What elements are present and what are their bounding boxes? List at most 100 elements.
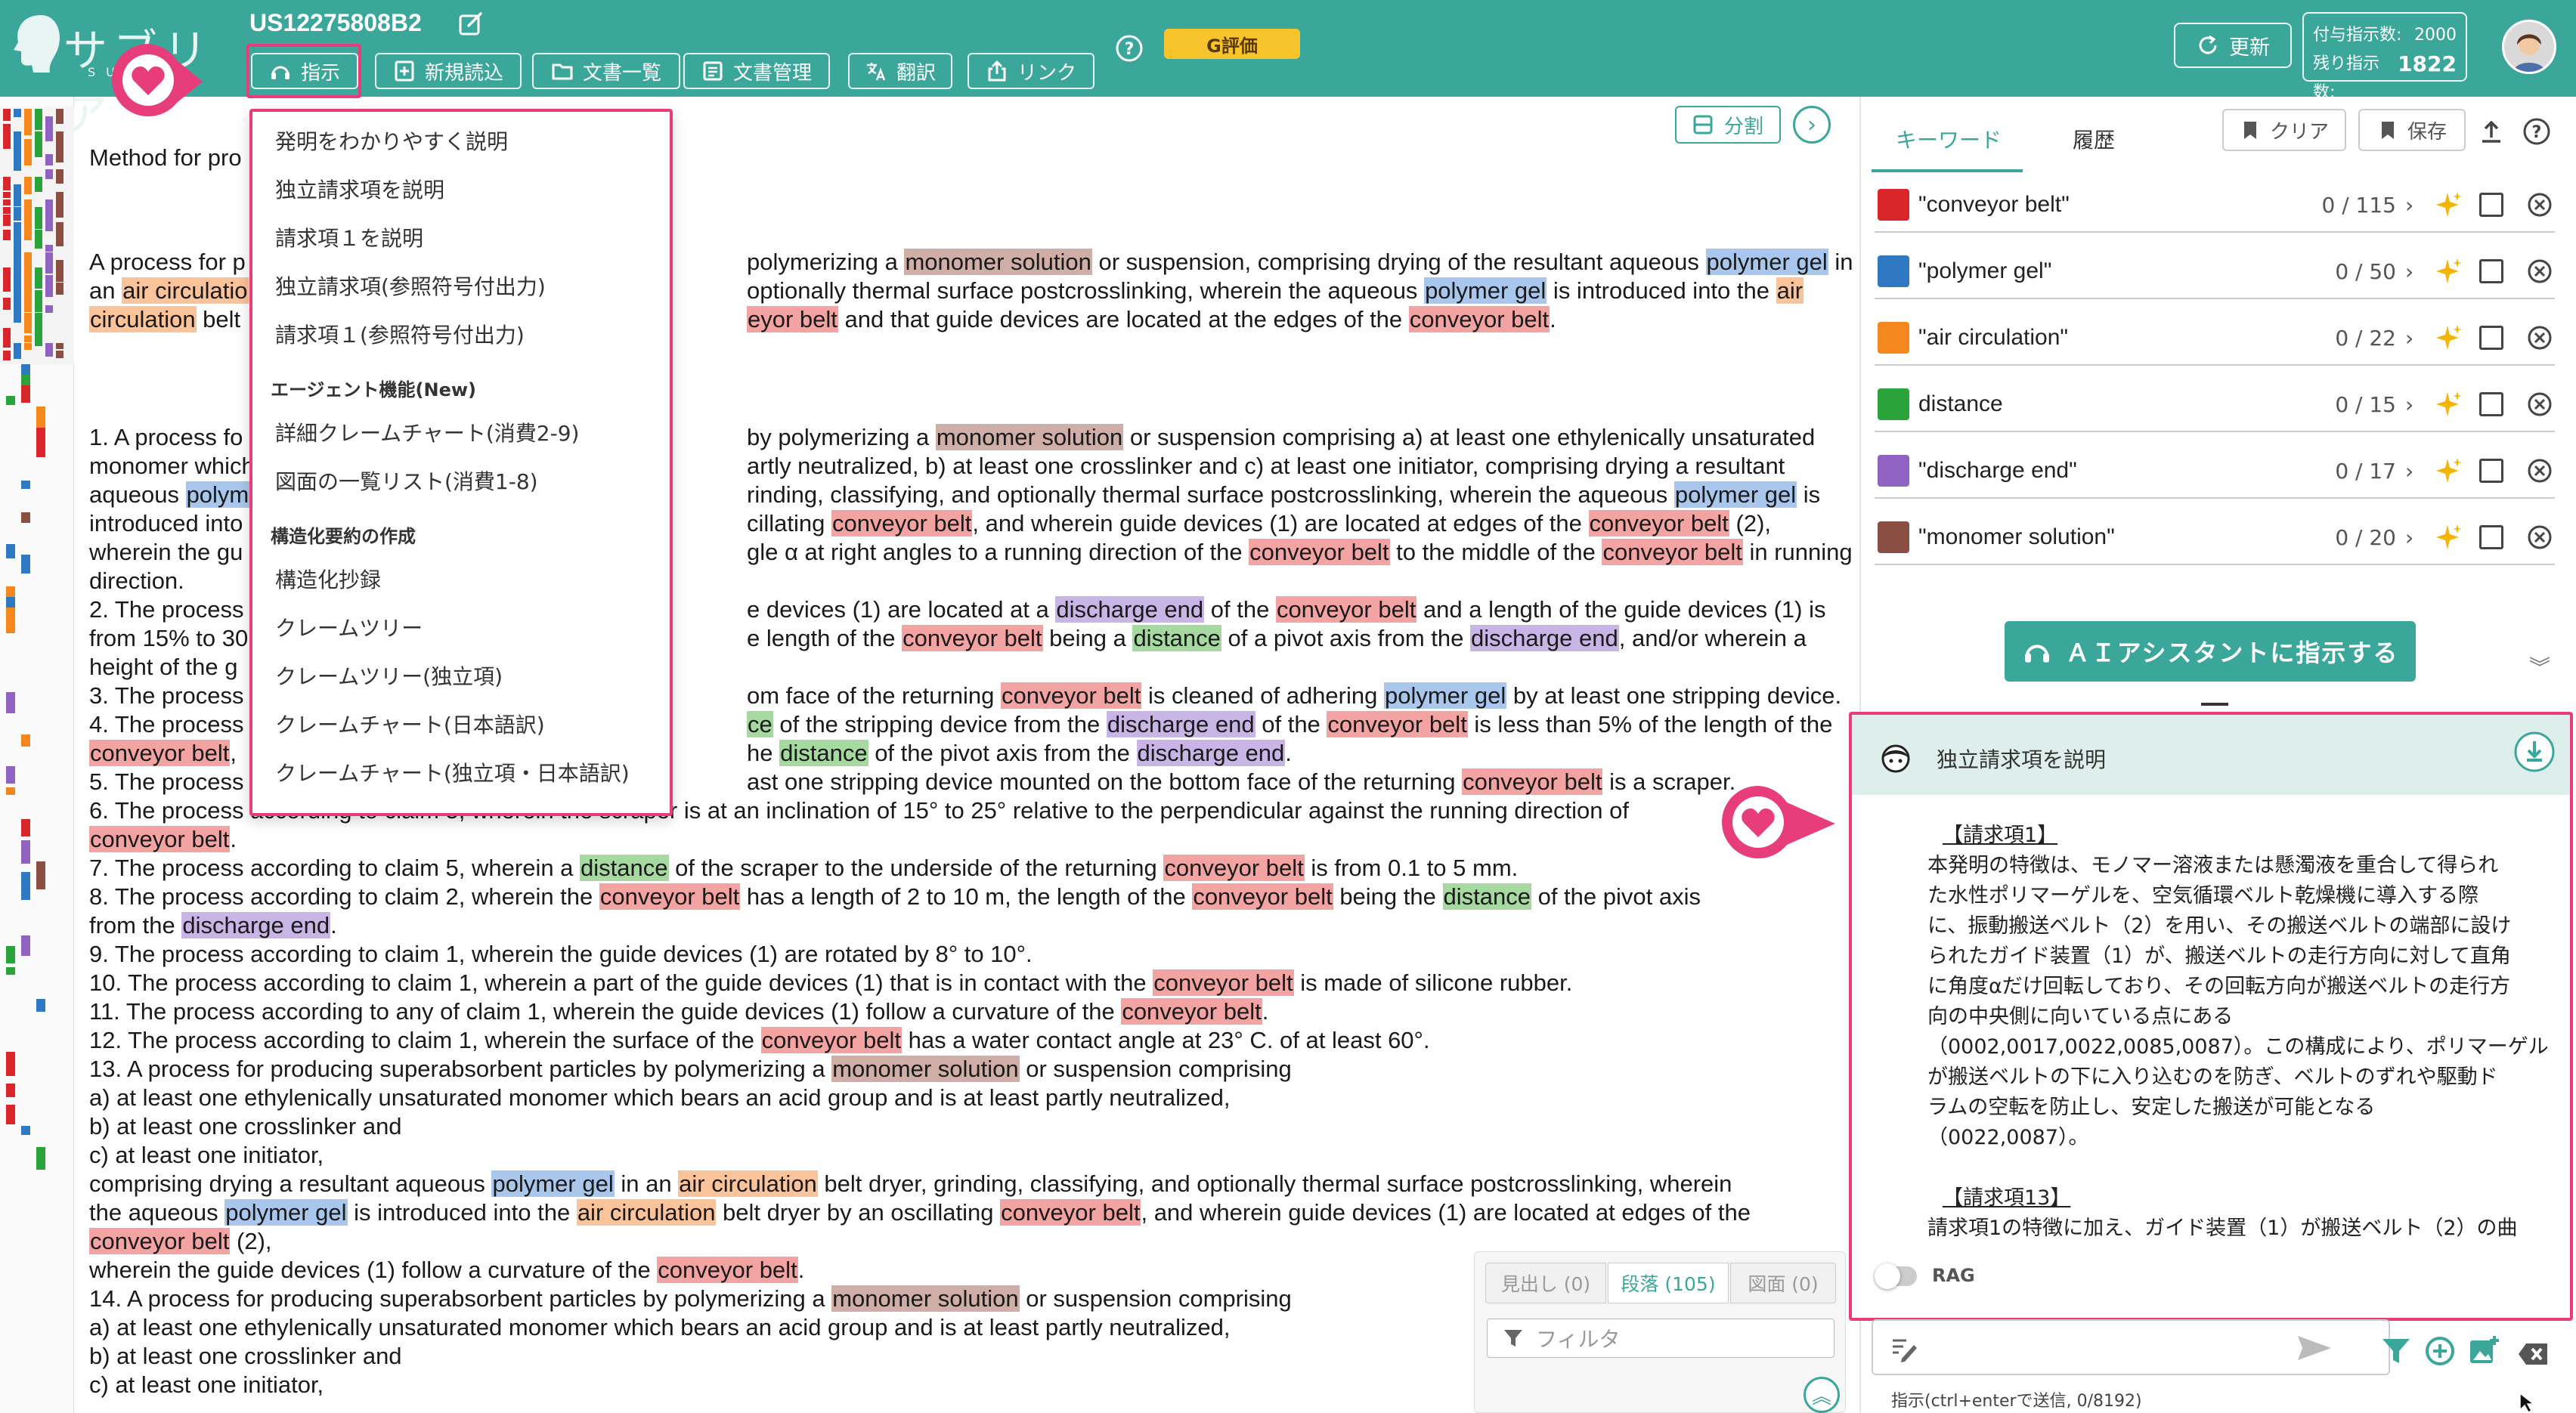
keyword-highlight: conveyor belt [1588,510,1729,536]
expand-chevron-icon[interactable]: ︾ [2529,651,2550,682]
remove-keyword-icon[interactable] [2526,258,2553,285]
ai-assistant-button[interactable]: ＡＩアシスタントに指示する [2005,621,2416,682]
chevron-right-icon[interactable]: › [2405,525,2413,550]
keyword-row[interactable]: "monomer solution" 0 / 20 › [1875,511,2555,565]
translate-button[interactable]: 翻訳 [848,53,952,89]
keyword-row[interactable]: distance 0 / 15 › [1875,378,2555,432]
download-icon[interactable] [2513,730,2556,774]
keyword-color-swatch[interactable] [1878,322,1909,354]
sparkle-icon[interactable] [2432,323,2463,353]
minimap-mark [6,544,15,558]
minimap-mark [24,154,32,165]
menu-item-explain-invention[interactable]: 発明をわかりやすく説明 [275,125,508,156]
menu-item-claim-1-ref[interactable]: 請求項１(参照符号付出力) [275,319,525,349]
minimap-mark [14,199,21,206]
save-button[interactable]: 保存 [2358,109,2466,151]
help-icon[interactable]: ? [1114,33,1144,63]
menu-item-claim-chart-independent-ja[interactable]: クレームチャート(独立項・日本語訳) [275,757,630,787]
remove-keyword-icon[interactable] [2526,391,2553,418]
menu-item-explain-independent-claims[interactable]: 独立請求項を説明 [275,174,444,204]
chat-input[interactable] [1872,1319,2390,1375]
keyword-color-swatch[interactable] [1878,455,1909,487]
remove-keyword-icon[interactable] [2526,457,2553,484]
chevron-right-icon[interactable]: › [2405,392,2413,417]
menu-item-structured-abstract[interactable]: 構造化抄録 [275,564,381,594]
keyword-checkbox[interactable] [2479,392,2503,416]
text-span: direction. [89,567,184,594]
panel-divider-handle[interactable] [2201,703,2228,706]
menu-item-claim-chart-ja[interactable]: クレームチャート(日本語訳) [275,709,545,739]
new-load-button[interactable]: 新規読込 [375,53,522,89]
filter-input[interactable]: フィルタ [1487,1319,1834,1358]
document-line: 8. The process according to claim 2, whe… [89,883,1701,911]
menu-item-explain-claim-1[interactable]: 請求項１を説明 [275,222,423,252]
keyword-row[interactable]: "conveyor belt" 0 / 115 › [1875,178,2555,233]
tab-headings[interactable]: 見出し (0) [1485,1263,1606,1303]
edit-icon[interactable] [458,11,484,36]
keyword-checkbox[interactable] [2479,459,2503,483]
document-list-button[interactable]: 文書一覧 [532,53,680,89]
minimap-mark [24,124,32,135]
sparkle-icon[interactable] [2432,522,2463,552]
help-icon[interactable]: ? [2522,116,2552,147]
remove-keyword-icon[interactable] [2526,524,2553,551]
text-span: or suspension comprising [1019,1056,1292,1082]
document-minimap[interactable] [0,97,74,1413]
keyword-checkbox[interactable] [2479,326,2503,350]
document-line: 10. The process according to claim 1, wh… [89,969,1572,997]
keyword-color-swatch[interactable] [1878,388,1909,420]
keyword-checkbox[interactable] [2479,259,2503,283]
filter-icon[interactable] [2379,1334,2413,1368]
document-manage-button[interactable]: 文書管理 [683,53,830,89]
chevron-right-icon[interactable]: › [1793,106,1831,144]
tab-figures[interactable]: 図面 (0) [1730,1263,1836,1303]
assistant-icon [2024,645,2049,663]
upload-icon[interactable] [2478,118,2505,145]
sparkle-icon[interactable] [2432,389,2463,419]
translate-button-label: 翻訳 [896,61,936,85]
add-circle-icon[interactable] [2423,1334,2457,1368]
tab-history[interactable]: 履歴 [2073,124,2115,154]
keyword-highlight: conveyor belt [1192,883,1333,910]
keyword-checkbox[interactable] [2479,525,2503,549]
sparkle-icon[interactable] [2432,190,2463,220]
minimap-mark [45,131,53,141]
rag-toggle[interactable] [1875,1263,1917,1289]
tab-keywords[interactable]: キーワード [1896,124,2002,154]
remove-keyword-icon[interactable] [2526,324,2553,351]
keyword-color-swatch[interactable] [1878,189,1909,221]
chevron-right-icon[interactable]: › [2405,259,2413,284]
chevron-collapse-icon[interactable]: ︽ [1804,1377,1840,1413]
keyword-color-swatch[interactable] [1878,521,1909,553]
add-image-icon[interactable] [2467,1334,2500,1368]
send-icon[interactable] [2296,1333,2333,1363]
keyword-highlight: conveyor belt [760,1027,902,1053]
keyword-color-swatch[interactable] [1878,255,1909,287]
keyword-checkbox[interactable] [2479,193,2503,217]
tab-paragraphs[interactable]: 段落 (105) [1608,1263,1729,1303]
user-avatar[interactable] [2502,20,2556,74]
menu-item-claim-tree-independent[interactable]: クレームツリー(独立項) [275,660,503,691]
keyword-count: 0 / 20 [2335,524,2396,550]
keyword-row[interactable]: "discharge end" 0 / 17 › [1875,444,2555,499]
link-button[interactable]: リンク [968,53,1094,89]
menu-item-independent-claims-ref[interactable]: 独立請求項(参照符号付出力) [275,271,546,301]
chevron-right-icon[interactable]: › [2405,459,2413,484]
menu-item-claim-tree[interactable]: クレームツリー [275,612,423,642]
menu-item-figure-list[interactable]: 図面の一覧リスト(消費1-8) [275,465,538,496]
sparkle-icon[interactable] [2432,256,2463,286]
clear-button[interactable]: クリア [2222,109,2346,151]
minimap-mark [6,766,15,784]
sparkle-icon[interactable] [2432,456,2463,486]
keyword-row[interactable]: "air circulation" 0 / 22 › [1875,311,2555,366]
add-document-icon [395,60,414,82]
keyword-row[interactable]: "polymer gel" 0 / 50 › [1875,245,2555,299]
split-button[interactable]: 分割 [1675,106,1781,144]
chevron-right-icon[interactable]: › [2405,193,2413,218]
minimap-mark [35,283,42,289]
chevron-right-icon[interactable]: › [2405,326,2413,351]
refresh-button[interactable]: 更新 [2174,23,2292,68]
clear-input-icon[interactable] [2517,1337,2550,1371]
menu-item-detailed-claim-chart[interactable]: 詳細クレームチャート(消費2-9) [275,417,579,447]
remove-keyword-icon[interactable] [2526,191,2553,218]
